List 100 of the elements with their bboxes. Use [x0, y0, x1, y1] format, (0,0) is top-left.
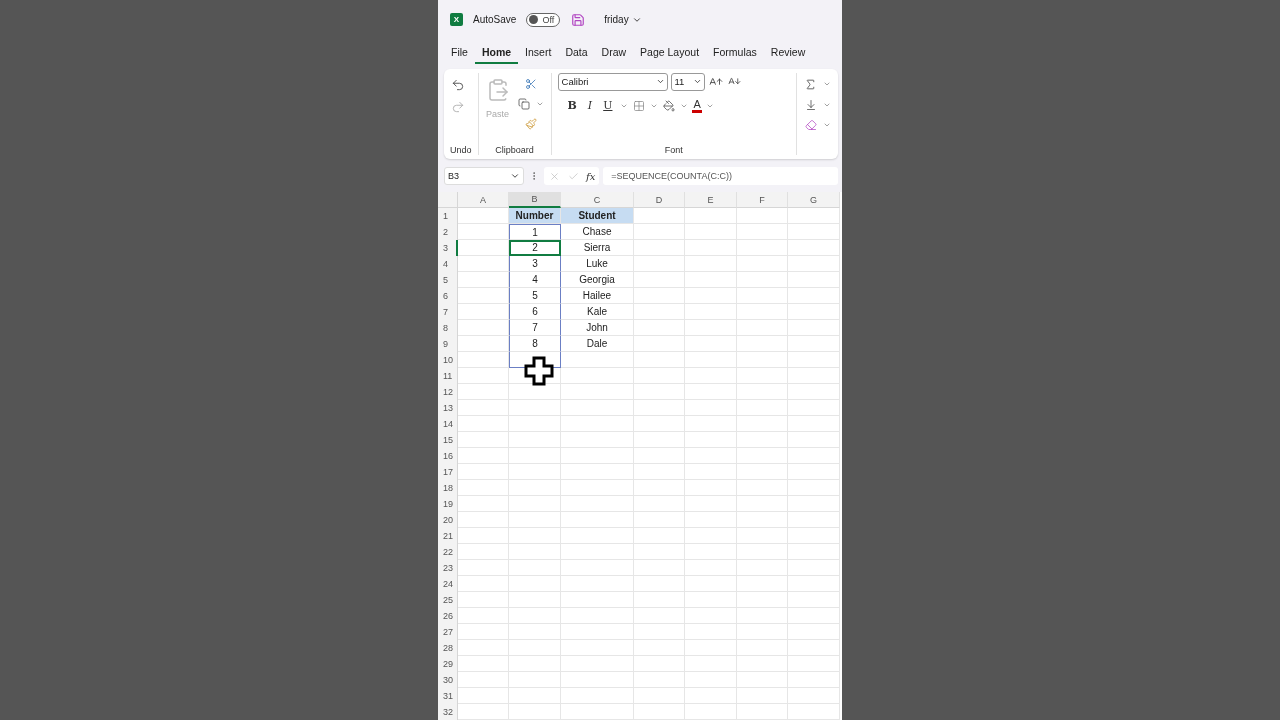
column-header[interactable]: C [561, 192, 634, 208]
ribbon-tab[interactable]: Formulas [706, 42, 764, 65]
table-cell [685, 272, 737, 288]
font-name-dropdown[interactable]: Calibri [557, 72, 668, 91]
table-cell [685, 320, 737, 336]
row-header[interactable]: 7 [438, 304, 458, 320]
table-cell [685, 240, 737, 256]
table-cell [458, 528, 509, 544]
file-name-button[interactable]: friday [604, 14, 642, 26]
font-size-dropdown[interactable]: 11 [670, 72, 705, 91]
scissors-icon[interactable] [523, 76, 538, 91]
table-cell [685, 496, 737, 512]
ribbon-tab[interactable]: File [444, 42, 475, 65]
ribbon-tab[interactable]: Insert [518, 42, 559, 65]
row-header[interactable]: 12 [438, 384, 458, 400]
table-cell [634, 464, 685, 480]
table-cell [737, 704, 788, 720]
eraser-icon[interactable] [803, 117, 818, 132]
table-cell [458, 688, 509, 704]
row-header[interactable]: 10 [438, 352, 458, 368]
table-cell [634, 320, 685, 336]
row-header[interactable]: 19 [438, 496, 458, 512]
underline-button[interactable]: U [599, 99, 617, 113]
table-cell [458, 384, 509, 400]
table-cell [458, 320, 509, 336]
row-header[interactable]: 4 [438, 256, 458, 272]
table-cell [737, 304, 788, 320]
formula-field[interactable]: =SEQUENCE(COUNTA(C:C)) [603, 167, 838, 186]
ribbon-tab[interactable]: Data [558, 42, 595, 65]
bold-button[interactable]: B [563, 99, 581, 113]
row-header[interactable]: 27 [438, 624, 458, 640]
row-header[interactable]: 25 [438, 592, 458, 608]
table-cell [737, 208, 788, 224]
ribbon-tab[interactable]: Page Layout [633, 42, 707, 65]
table-cell [685, 384, 737, 400]
row-header[interactable]: 22 [438, 544, 458, 560]
table-cell [458, 336, 509, 352]
row-header[interactable]: 5 [438, 272, 458, 288]
table-cell [737, 544, 788, 560]
table-cell [634, 704, 685, 720]
table-cell [634, 656, 685, 672]
select-all-corner[interactable] [438, 192, 458, 208]
app-logo: X [450, 13, 463, 27]
row-header[interactable]: 29 [438, 656, 458, 672]
table-cell: Student [561, 208, 634, 224]
row-header[interactable]: 30 [438, 672, 458, 688]
row-header[interactable]: 14 [438, 416, 458, 432]
save-icon[interactable] [570, 11, 587, 28]
table-cell: Georgia [561, 272, 634, 288]
ribbon-tab[interactable]: Home [474, 42, 519, 65]
row-header[interactable]: 11 [438, 368, 458, 384]
row-header[interactable]: 21 [438, 528, 458, 544]
row-header[interactable]: 2 [438, 224, 458, 240]
paintbrush-icon[interactable] [523, 116, 538, 131]
table-cell: Kale [561, 304, 634, 320]
row-header[interactable]: 31 [438, 688, 458, 704]
italic-button[interactable]: I [583, 99, 597, 113]
row-header[interactable]: 26 [438, 608, 458, 624]
table-cell [458, 512, 509, 528]
row-header[interactable]: 9 [438, 336, 458, 352]
row-header[interactable]: 17 [438, 464, 458, 480]
column-header[interactable]: D [634, 192, 685, 208]
name-box[interactable]: B3 [444, 167, 524, 186]
column-header[interactable]: A [458, 192, 509, 208]
table-cell [685, 624, 737, 640]
ribbon-tab[interactable]: Review [763, 42, 813, 65]
ribbon-tab[interactable]: Draw [594, 42, 634, 65]
copy-icon[interactable] [516, 96, 531, 111]
row-header[interactable]: 6 [438, 288, 458, 304]
row-header[interactable]: 3 [438, 240, 458, 256]
paste-label: Paste [486, 108, 509, 119]
borders-icon[interactable] [632, 98, 647, 113]
table-cell: 3 [509, 256, 561, 272]
insert-function-button[interactable]: fx [586, 170, 596, 182]
row-header[interactable]: 20 [438, 512, 458, 528]
column-header[interactable]: E [685, 192, 737, 208]
table-cell [634, 368, 685, 384]
fill-color-icon[interactable] [662, 98, 677, 113]
row-header[interactable]: 28 [438, 640, 458, 656]
column-header[interactable]: B [509, 192, 561, 208]
table-cell [685, 416, 737, 432]
row-header[interactable]: 18 [438, 480, 458, 496]
column-header[interactable]: G [788, 192, 840, 208]
table-cell [634, 336, 685, 352]
row-header[interactable]: 16 [438, 448, 458, 464]
row-header[interactable]: 13 [438, 400, 458, 416]
row-header[interactable]: 24 [438, 576, 458, 592]
autosave-toggle[interactable]: Off [526, 12, 561, 27]
table-cell [685, 592, 737, 608]
column-header[interactable]: F [737, 192, 788, 208]
row-header[interactable]: 8 [438, 320, 458, 336]
row-header[interactable]: 15 [438, 432, 458, 448]
table-cell: 1 [509, 224, 561, 240]
table-cell [685, 528, 737, 544]
row-header[interactable]: 1 [438, 208, 458, 224]
row-header[interactable]: 32 [438, 704, 458, 720]
font-color-button[interactable]: A [692, 98, 702, 113]
table-cell: Chase [561, 224, 634, 240]
row-header[interactable]: 23 [438, 560, 458, 576]
table-cell [458, 592, 509, 608]
